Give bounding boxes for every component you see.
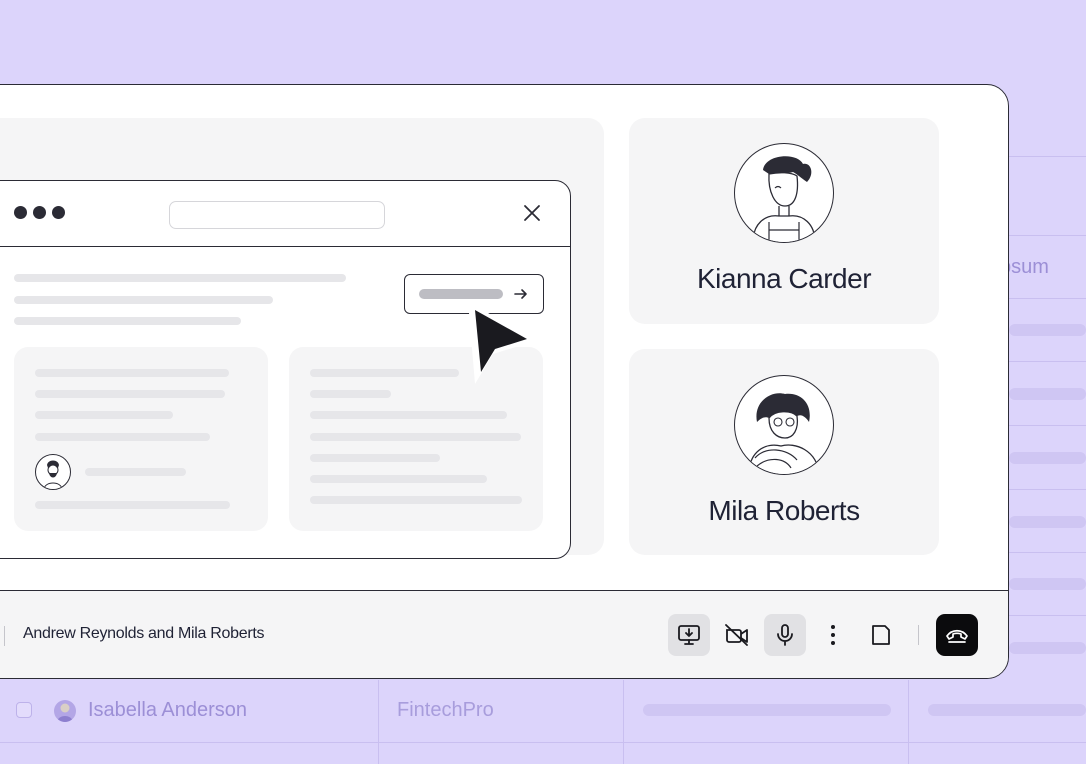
table-divider (623, 680, 624, 764)
table-placeholder (1009, 452, 1086, 464)
table-row[interactable]: Isabella Anderson FintechPro (0, 680, 1086, 742)
text-placeholder (310, 496, 522, 504)
text-placeholder (35, 369, 229, 377)
table-placeholder (1009, 388, 1086, 400)
table-divider (0, 742, 1086, 743)
participant-tile[interactable]: Kianna Carder (629, 118, 939, 324)
avatar (734, 375, 834, 475)
table-divider (1009, 361, 1086, 362)
camera-toggle-button[interactable] (716, 614, 758, 656)
microphone-icon (777, 624, 793, 646)
call-title: Andrew Reynolds and Mila Roberts (23, 625, 265, 642)
text-placeholder (14, 296, 273, 304)
text-placeholder (85, 468, 186, 476)
text-placeholder (310, 454, 440, 462)
table-divider (1009, 425, 1086, 426)
text-placeholder (35, 390, 225, 398)
text-placeholder (35, 411, 173, 419)
text-placeholder (310, 390, 391, 398)
table-divider (378, 680, 379, 764)
row-name: Isabella Anderson (88, 699, 248, 721)
call-control-bar: Andrew Reynolds and Mila Roberts (0, 590, 1008, 678)
row-company: FintechPro (397, 699, 494, 721)
text-placeholder (310, 433, 521, 441)
video-call-window: Kianna Carder Mila Roberts Andrew Reynol… (0, 84, 1009, 679)
browser-toolbar (0, 181, 570, 247)
table-placeholder (1009, 516, 1086, 528)
text-placeholder (310, 369, 459, 377)
table-placeholder (643, 704, 891, 716)
table-divider (1009, 235, 1086, 236)
content-card (14, 347, 268, 531)
table-divider (1009, 489, 1086, 490)
window-dot (14, 206, 27, 219)
avatar (734, 143, 834, 243)
table-placeholder (1009, 642, 1086, 654)
camera-off-icon (725, 624, 748, 646)
more-vertical-icon (831, 625, 835, 645)
text-placeholder (35, 433, 210, 441)
divider (918, 625, 919, 645)
screen-share-button[interactable] (668, 614, 710, 656)
text-placeholder (14, 274, 346, 282)
address-bar[interactable] (169, 201, 385, 229)
row-checkbox[interactable] (16, 702, 32, 718)
table-placeholder (928, 704, 1086, 716)
notes-button[interactable] (860, 614, 902, 656)
window-dot (33, 206, 46, 219)
hang-up-icon (946, 629, 968, 643)
text-placeholder (14, 317, 241, 325)
avatar (35, 454, 71, 490)
screen-share-icon (678, 625, 700, 645)
avatar (54, 700, 76, 722)
participant-name: Mila Roberts (708, 495, 860, 526)
microphone-button[interactable] (764, 614, 806, 656)
participant-tile[interactable]: Mila Roberts (629, 349, 939, 555)
more-options-button[interactable] (812, 614, 854, 656)
close-icon[interactable] (522, 203, 542, 223)
table-divider (908, 680, 909, 764)
table-divider (1009, 156, 1086, 157)
divider (4, 626, 5, 646)
table-placeholder (1009, 578, 1086, 590)
window-dot (52, 206, 65, 219)
table-divider (1009, 615, 1086, 616)
text-placeholder (310, 475, 487, 483)
pointer-cursor-icon (468, 301, 535, 384)
table-divider (1009, 298, 1086, 299)
participant-name: Kianna Carder (696, 263, 872, 294)
table-placeholder (1009, 324, 1086, 336)
note-icon (872, 625, 890, 645)
text-placeholder (310, 411, 507, 419)
screen-share-panel (0, 118, 604, 559)
text-placeholder (35, 501, 230, 509)
hang-up-button[interactable] (936, 614, 978, 656)
table-divider (1009, 552, 1086, 553)
